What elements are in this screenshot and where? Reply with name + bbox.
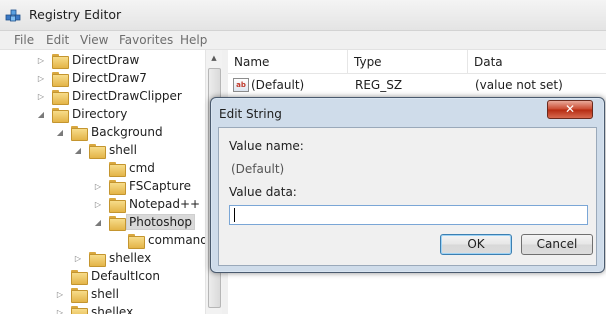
folder-icon <box>89 252 106 267</box>
tree-node-label[interactable]: DirectDraw7 <box>70 71 149 85</box>
tree-node-label[interactable]: shellex <box>107 251 153 265</box>
tree-node-label[interactable]: DefaultIcon <box>89 269 162 283</box>
tree-node-label[interactable]: shell <box>89 287 121 301</box>
registry-tree: ▷ DirectDraw ▷ DirectDraw7 ▷ DirectDrawC… <box>0 50 222 314</box>
expanded-arrow-icon[interactable]: ◢ <box>73 146 83 155</box>
tree-node-label[interactable]: shellex <box>89 305 135 314</box>
tree-node-label[interactable]: Background <box>89 125 165 139</box>
text-caret <box>234 208 235 222</box>
folder-icon <box>52 54 69 69</box>
folder-icon <box>52 72 69 87</box>
tree-node-label[interactable]: cmd <box>127 161 157 175</box>
close-icon[interactable]: ✕ <box>547 100 593 119</box>
value-type-cell: REG_SZ <box>355 78 403 92</box>
tree-node-label[interactable]: DirectDraw <box>70 53 141 67</box>
collapsed-arrow-icon[interactable]: ▷ <box>36 56 46 65</box>
folder-icon <box>89 144 106 159</box>
tree-node-label[interactable]: DirectDrawClipper <box>70 89 184 103</box>
tree-node-label[interactable]: shell <box>107 143 139 157</box>
expanded-arrow-icon[interactable]: ◢ <box>93 218 103 227</box>
value-data-cell: (value not set) <box>475 78 563 92</box>
title-bar: Registry Editor <box>0 0 606 31</box>
menu-view[interactable]: View <box>80 33 108 47</box>
folder-icon <box>71 288 88 303</box>
value-name-cell: (Default) <box>251 78 305 92</box>
folder-icon <box>52 90 69 105</box>
string-value-icon: ab <box>233 78 249 92</box>
column-header-data[interactable]: Data <box>468 50 606 74</box>
tree-node-label[interactable]: command <box>146 233 210 247</box>
folder-icon <box>109 180 126 195</box>
dialog-title: Edit String <box>219 107 282 121</box>
value-data-label: Value data: <box>229 185 297 199</box>
folder-icon <box>128 234 145 249</box>
collapsed-arrow-icon[interactable]: ▷ <box>93 182 103 191</box>
window-title: Registry Editor <box>29 7 122 22</box>
menu-bar: File Edit View Favorites Help <box>0 31 606 50</box>
tree-node-label[interactable]: Directory <box>70 107 129 121</box>
collapsed-arrow-icon[interactable]: ▷ <box>36 92 46 101</box>
registry-editor-icon <box>5 9 21 22</box>
ok-button[interactable]: OK <box>440 234 512 255</box>
collapsed-arrow-icon[interactable]: ▷ <box>55 290 65 299</box>
collapsed-arrow-icon[interactable]: ▷ <box>73 254 83 263</box>
folder-icon <box>109 162 126 177</box>
menu-edit[interactable]: Edit <box>46 33 69 47</box>
column-header-type[interactable]: Type <box>348 50 468 74</box>
folder-icon <box>109 198 126 213</box>
scroll-up-arrow-icon[interactable]: ▲ <box>206 50 222 67</box>
edit-string-dialog: Edit String ✕ Value name: (Default) Valu… <box>210 97 605 273</box>
tree-node-label[interactable]: FSCapture <box>127 179 193 193</box>
folder-icon <box>71 126 88 141</box>
folder-icon <box>71 306 88 314</box>
collapsed-arrow-icon[interactable]: ▷ <box>93 200 103 209</box>
value-name-label: Value name: <box>229 139 304 153</box>
menu-file[interactable]: File <box>14 33 34 47</box>
value-name-readonly: (Default) <box>231 162 285 176</box>
tree-node-label-selected[interactable]: Photoshop <box>126 214 196 230</box>
collapsed-arrow-icon[interactable]: ▷ <box>36 74 46 83</box>
table-row[interactable]: ab (Default) REG_SZ (value not set) <box>228 75 606 95</box>
column-header-name[interactable]: Name <box>228 50 348 74</box>
value-data-input[interactable] <box>229 205 588 225</box>
menu-favorites[interactable]: Favorites <box>119 33 173 47</box>
expanded-arrow-icon[interactable]: ◢ <box>55 128 65 137</box>
expanded-arrow-icon[interactable]: ◢ <box>36 110 46 119</box>
cancel-button[interactable]: Cancel <box>521 234 593 255</box>
tree-node-label[interactable]: Notepad++ <box>127 197 202 211</box>
menu-help[interactable]: Help <box>180 33 207 47</box>
folder-icon <box>109 216 126 231</box>
folder-icon <box>52 108 69 123</box>
dialog-body: Value name: (Default) Value data: OK Can… <box>218 127 597 266</box>
collapsed-arrow-icon[interactable]: ▷ <box>55 308 65 314</box>
folder-icon <box>71 270 88 285</box>
